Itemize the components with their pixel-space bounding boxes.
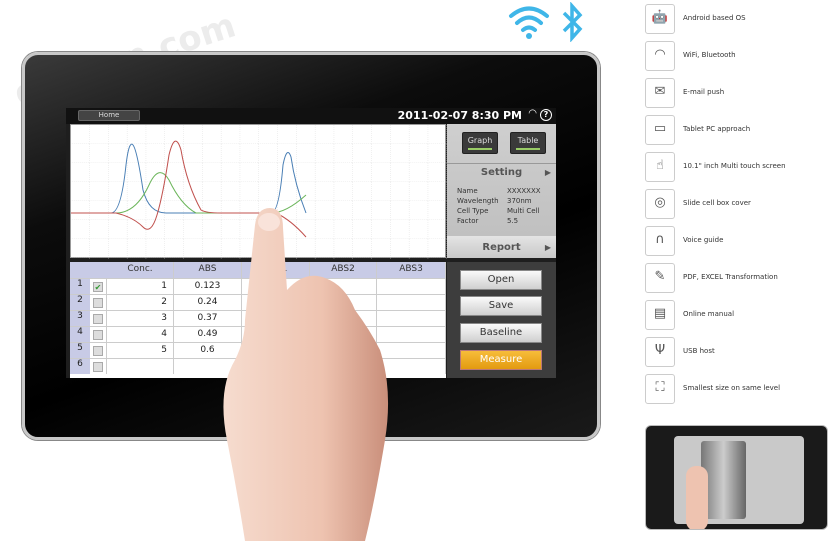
col-conc: Conc. — [107, 262, 174, 278]
feature-item: ☝ 10.1" inch Multi touch screen — [645, 152, 832, 184]
setting-key: Wavelength — [457, 197, 499, 205]
chevron-right-icon: ▶ — [544, 243, 551, 252]
setting-value: 370nm — [507, 197, 532, 205]
row-number: 4 — [70, 327, 90, 342]
feature-item: ✎ PDF, EXCEL Transformation — [645, 263, 832, 295]
row-number: 5 — [70, 343, 90, 358]
feature-item: ▤ Online manual — [645, 300, 832, 332]
feature-label: USB host — [683, 347, 715, 355]
measure-button[interactable]: Measure — [460, 350, 542, 370]
settings-list: Name XXXXXXX Wavelength 370nm Cell Type Multi… — [457, 186, 552, 226]
feature-item: Ψ USB host — [645, 337, 832, 369]
conc-cell: 1 — [107, 279, 174, 294]
datetime: 2011-02-07 8:30 PM — [397, 109, 522, 122]
feature-label: Tablet PC approach — [683, 125, 751, 133]
document-icon: ✎ — [645, 263, 675, 293]
conc-cell: 3 — [107, 311, 174, 326]
conc-cell: 2 — [107, 295, 174, 310]
save-button[interactable]: Save — [460, 296, 542, 316]
conc-cell — [107, 359, 174, 374]
row-checkbox[interactable] — [93, 297, 103, 308]
chevron-right-icon: ▶ — [544, 168, 551, 177]
email-icon: ✉ — [645, 78, 675, 108]
feature-item: ◠ WiFi, Bluetooth — [645, 41, 832, 73]
hand-image — [223, 208, 389, 541]
wifi-status-icon: ◠ — [528, 108, 537, 119]
setting-row: Name XXXXXXX — [457, 186, 552, 196]
feature-item: ▭ Tablet PC approach — [645, 115, 832, 147]
usb-icon: Ψ — [645, 337, 675, 367]
setting-value: XXXXXXX — [507, 187, 541, 195]
setting-row: Factor 5.5 — [457, 216, 552, 226]
row-number: 6 — [70, 359, 90, 374]
setting-key: Factor — [457, 217, 479, 225]
setting-row: Wavelength 370nm — [457, 196, 552, 206]
feature-label: Smallest size on same level — [683, 384, 781, 392]
conc-cell: 4 — [107, 327, 174, 342]
row-checkbox[interactable] — [93, 361, 103, 372]
feature-label: Online manual — [683, 310, 735, 318]
feature-item: ⛶ Smallest size on same level — [645, 374, 832, 406]
row-checkbox[interactable] — [93, 329, 103, 340]
feature-label: Android based OS — [683, 14, 746, 22]
row-checkbox[interactable] — [93, 345, 103, 356]
feature-label: PDF, EXCEL Transformation — [683, 273, 778, 281]
open-button[interactable]: Open — [460, 270, 542, 290]
wifi-icon: ◠ — [645, 41, 675, 71]
row-checkbox[interactable]: ✔ — [93, 281, 103, 292]
product-photo — [645, 425, 828, 530]
setting-value: Multi Cell — [507, 207, 540, 215]
home-button[interactable]: Home — [78, 110, 140, 121]
feature-label: WiFi, Bluetooth — [683, 51, 736, 59]
setting-value: 5.5 — [507, 217, 519, 225]
setting-header[interactable]: Setting ▶ — [447, 167, 556, 178]
size-icon: ⛶ — [645, 374, 675, 404]
bluetooth-icon — [562, 2, 583, 42]
tablet-icon: ▭ — [645, 115, 675, 145]
feature-label: Voice guide — [683, 236, 724, 244]
table-label: Table — [517, 136, 539, 145]
headset-icon: ∩ — [645, 226, 675, 256]
row-number: 1 — [70, 279, 90, 294]
help-icon[interactable]: ? — [540, 109, 552, 121]
table-button[interactable]: Table — [510, 132, 546, 154]
multitouch-icon: ☝ — [645, 152, 675, 182]
setting-key: Name — [457, 187, 478, 195]
feature-label: Slide cell box cover — [683, 199, 751, 207]
action-panel: Open Save Baseline Measure — [447, 262, 556, 378]
feature-item: ✉ E-mail push — [645, 78, 832, 110]
feature-item: ∩ Voice guide — [645, 226, 832, 258]
slide-cover-icon: ◎ — [645, 189, 675, 219]
conc-cell: 5 — [107, 343, 174, 358]
graph-label: Graph — [467, 136, 493, 145]
baseline-button[interactable]: Baseline — [460, 323, 542, 343]
feature-label: 10.1" inch Multi touch screen — [683, 162, 786, 170]
row-number: 2 — [70, 295, 90, 310]
feature-item: ◎ Slide cell box cover — [645, 189, 832, 221]
setting-row: Cell Type Multi Cell — [457, 206, 552, 216]
report-header[interactable]: Report ▶ — [447, 242, 556, 253]
graph-button[interactable]: Graph — [462, 132, 498, 154]
feature-item: 🤖 Android based OS — [645, 4, 832, 36]
wifi-icon — [509, 6, 549, 39]
setting-key: Cell Type — [457, 207, 489, 215]
status-bar: Home 2011-02-07 8:30 PM ◠ ? — [66, 108, 556, 124]
android-icon: 🤖 — [645, 4, 675, 34]
row-number: 3 — [70, 311, 90, 326]
feature-label: E-mail push — [683, 88, 725, 96]
side-panel: Graph Table Setting ▶ Name XXXXXXX Waveleng… — [447, 124, 556, 258]
row-checkbox[interactable] — [93, 313, 103, 324]
manual-icon: ▤ — [645, 300, 675, 330]
